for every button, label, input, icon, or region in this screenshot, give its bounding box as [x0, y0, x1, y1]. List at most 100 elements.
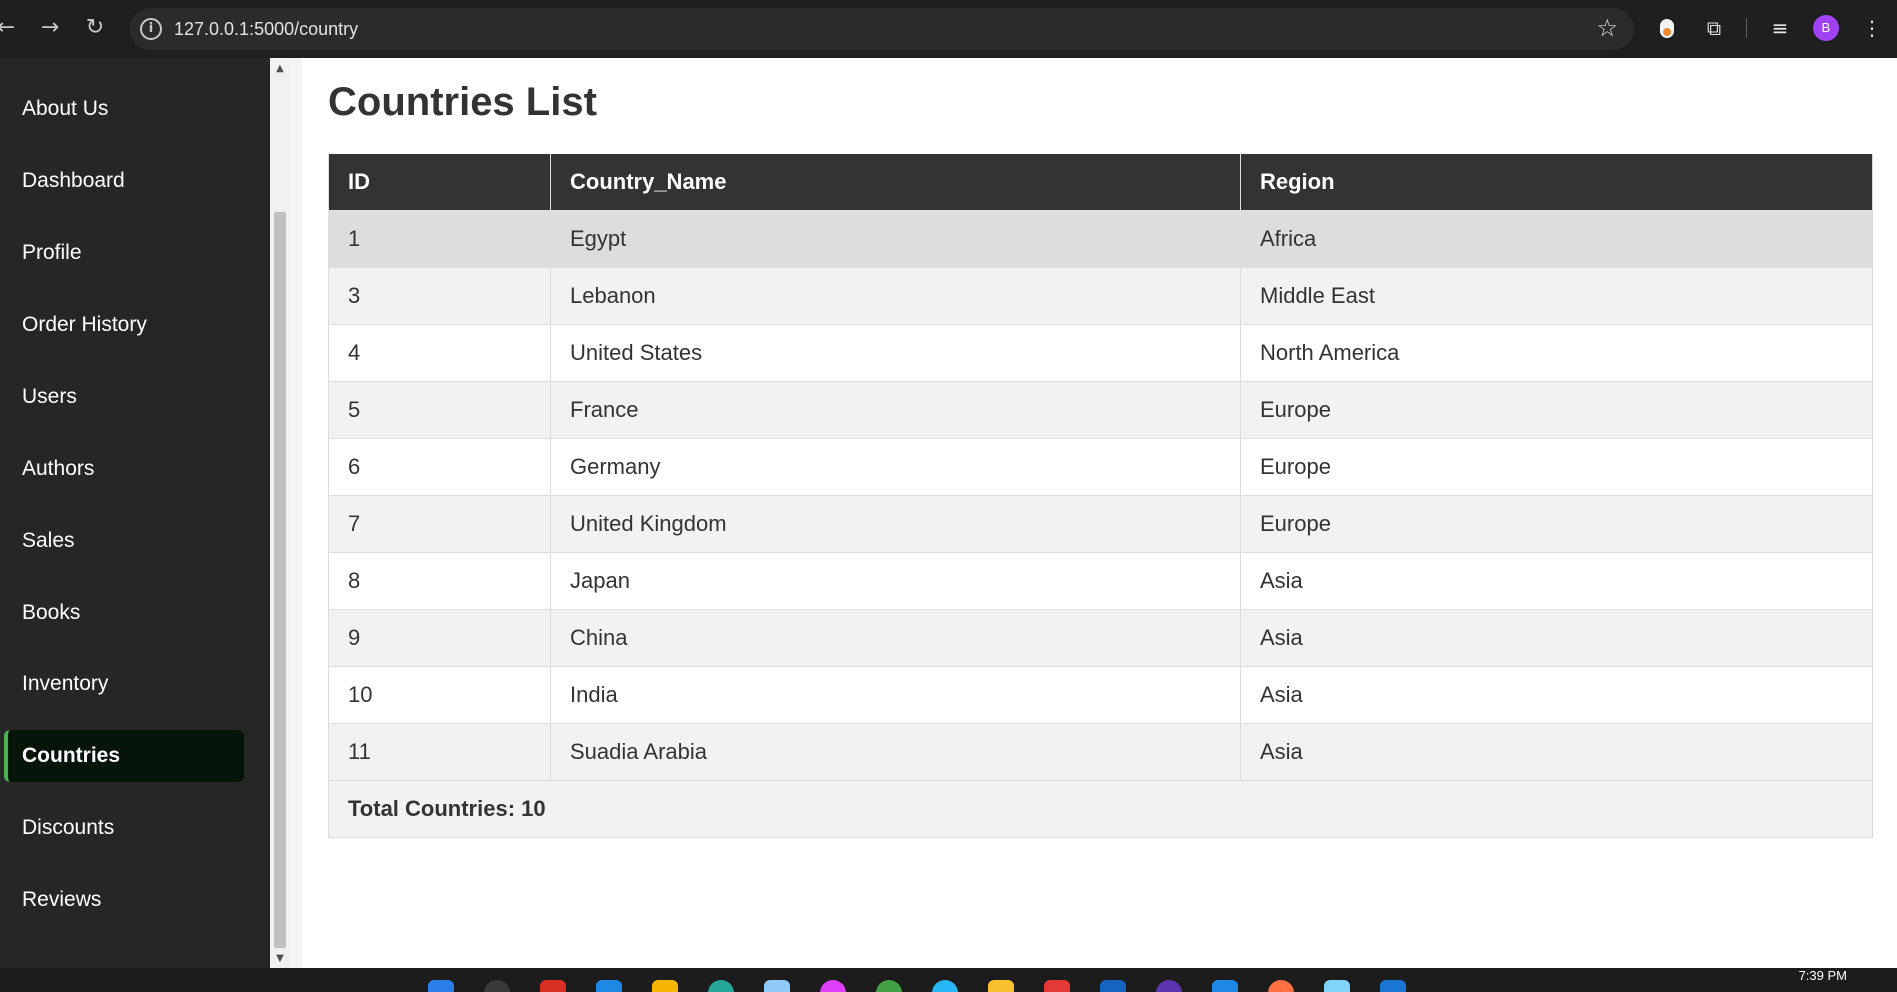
cell-region: Asia [1240, 722, 1873, 781]
column-header-country-name: Country_Name [550, 154, 1241, 211]
taskbar-app-icon[interactable] [1156, 980, 1182, 992]
taskbar-app-icon[interactable] [1380, 980, 1406, 992]
cell-id: 3 [328, 266, 551, 325]
taskbar-app-icon[interactable] [988, 980, 1014, 992]
total-countries: Total Countries: 10 [328, 779, 1873, 838]
whatsapp-icon[interactable] [876, 980, 902, 992]
os-taskbar: 7:39 PM [0, 968, 1897, 992]
sidebar-item-authors[interactable]: Authors [4, 443, 244, 495]
cell-country-name: Japan [550, 551, 1241, 610]
sidebar-item-users[interactable]: Users [4, 371, 244, 423]
scroll-up-arrow-icon[interactable]: ▲ [270, 60, 290, 78]
cell-country-name: Lebanon [550, 266, 1241, 325]
cell-id: 5 [328, 380, 551, 439]
cell-id: 6 [328, 437, 551, 496]
taskbar-clock[interactable]: 7:39 PM [1799, 968, 1847, 983]
table-row: 8 Japan Asia [328, 551, 1873, 610]
file-explorer-icon[interactable] [652, 980, 678, 992]
bookmark-star-icon[interactable]: ☆ [1596, 14, 1618, 42]
cell-region: Europe [1240, 380, 1873, 439]
cell-region: Middle East [1240, 266, 1873, 325]
sidebar-item-about-us[interactable]: About Us [4, 83, 244, 135]
taskbar-app-icon[interactable] [1100, 980, 1126, 992]
profile-avatar[interactable]: B [1813, 15, 1839, 41]
sidebar-item-dashboard[interactable]: Dashboard [4, 155, 244, 207]
table-header-row: ID Country_Name Region [328, 154, 1873, 211]
taskbar-app-icon[interactable] [1324, 980, 1350, 992]
cell-region: Europe [1240, 437, 1873, 496]
telegram-icon[interactable] [932, 980, 958, 992]
toolbar-divider [1746, 18, 1747, 38]
cell-id: 10 [328, 665, 551, 724]
countries-table: ID Country_Name Region 1 Egypt Africa 3 … [328, 154, 1873, 838]
cell-country-name: India [550, 665, 1241, 724]
browser-menu-icon[interactable]: ⋮ [1857, 13, 1887, 43]
sidebar: About Us Dashboard Profile Order History… [0, 58, 270, 968]
cell-country-name: Germany [550, 437, 1241, 496]
cell-country-name: Egypt [550, 209, 1241, 268]
sidebar-item-books[interactable]: Books [4, 587, 244, 639]
table-row: 9 China Asia [328, 608, 1873, 667]
extensions-puzzle-icon[interactable]: ⧉ [1699, 13, 1729, 43]
cell-country-name: Suadia Arabia [550, 722, 1241, 781]
table-row: 10 India Asia [328, 665, 1873, 724]
taskbar-app-icon[interactable] [1268, 980, 1294, 992]
cell-country-name: France [550, 380, 1241, 439]
sidebar-item-reviews[interactable]: Reviews [4, 874, 244, 926]
cell-country-name: United States [550, 323, 1241, 382]
table-row: 5 France Europe [328, 380, 1873, 439]
cell-id: 7 [328, 494, 551, 553]
vscode-icon[interactable] [1212, 980, 1238, 992]
back-icon[interactable]: ← [0, 14, 20, 42]
forward-icon[interactable]: → [36, 14, 64, 42]
scroll-down-arrow-icon[interactable]: ▼ [270, 950, 290, 968]
total-row: Total Countries: 10 [328, 779, 1873, 838]
table-row: 6 Germany Europe [328, 437, 1873, 496]
table-row: 3 Lebanon Middle East [328, 266, 1873, 325]
browser-toolbar: ← → ↻ i 127.0.0.1:5000/country ☆ ⧉ ≡ B ⋮ [0, 0, 1897, 58]
cell-region: Asia [1240, 665, 1873, 724]
cell-id: 11 [328, 722, 551, 781]
cell-country-name: China [550, 608, 1241, 667]
cell-id: 1 [328, 209, 551, 268]
sidebar-item-profile[interactable]: Profile [4, 227, 244, 279]
cell-country-name: United Kingdom [550, 494, 1241, 553]
sidebar-item-sales[interactable]: Sales [4, 515, 244, 567]
cell-region: Asia [1240, 551, 1873, 610]
table-row: 11 Suadia Arabia Asia [328, 722, 1873, 781]
sidebar-item-discounts[interactable]: Discounts [4, 802, 244, 854]
sidebar-item-countries[interactable]: Countries [4, 730, 244, 782]
cell-id: 4 [328, 323, 551, 382]
sidebar-item-inventory[interactable]: Inventory [4, 658, 244, 710]
main-content: Countries List ID Country_Name Region 1 … [302, 58, 1897, 968]
cell-region: Africa [1240, 209, 1873, 268]
edge-icon[interactable] [708, 980, 734, 992]
cell-id: 8 [328, 551, 551, 610]
cell-id: 9 [328, 608, 551, 667]
cell-region: Asia [1240, 608, 1873, 667]
column-header-id: ID [328, 154, 551, 211]
start-icon[interactable] [428, 980, 454, 992]
taskbar-app-icon[interactable] [1044, 980, 1070, 992]
url-text[interactable]: 127.0.0.1:5000/country [174, 19, 358, 40]
taskbar-app-icon[interactable] [820, 980, 846, 992]
sidebar-item-order-history[interactable]: Order History [4, 299, 244, 351]
table-row: 1 Egypt Africa [328, 209, 1873, 268]
table-row: 4 United States North America [328, 323, 1873, 382]
extension-icon[interactable] [1660, 19, 1674, 38]
reading-list-icon[interactable]: ≡ [1765, 13, 1795, 43]
page-title: Countries List [328, 80, 597, 124]
sidebar-scrollbar[interactable]: ▲ ▼ [270, 58, 290, 968]
table-row: 7 United Kingdom Europe [328, 494, 1873, 553]
search-icon[interactable] [484, 980, 510, 992]
reload-icon[interactable]: ↻ [81, 14, 109, 42]
cell-region: Europe [1240, 494, 1873, 553]
column-header-region: Region [1240, 154, 1873, 211]
taskbar-app-icon[interactable] [540, 980, 566, 992]
taskbar-app-icon[interactable] [764, 980, 790, 992]
taskbar-app-icon[interactable] [596, 980, 622, 992]
cell-region: North America [1240, 323, 1873, 382]
site-info-icon[interactable]: i [140, 18, 162, 40]
scroll-thumb[interactable] [274, 212, 286, 948]
address-bar[interactable]: i 127.0.0.1:5000/country ☆ [130, 8, 1634, 50]
